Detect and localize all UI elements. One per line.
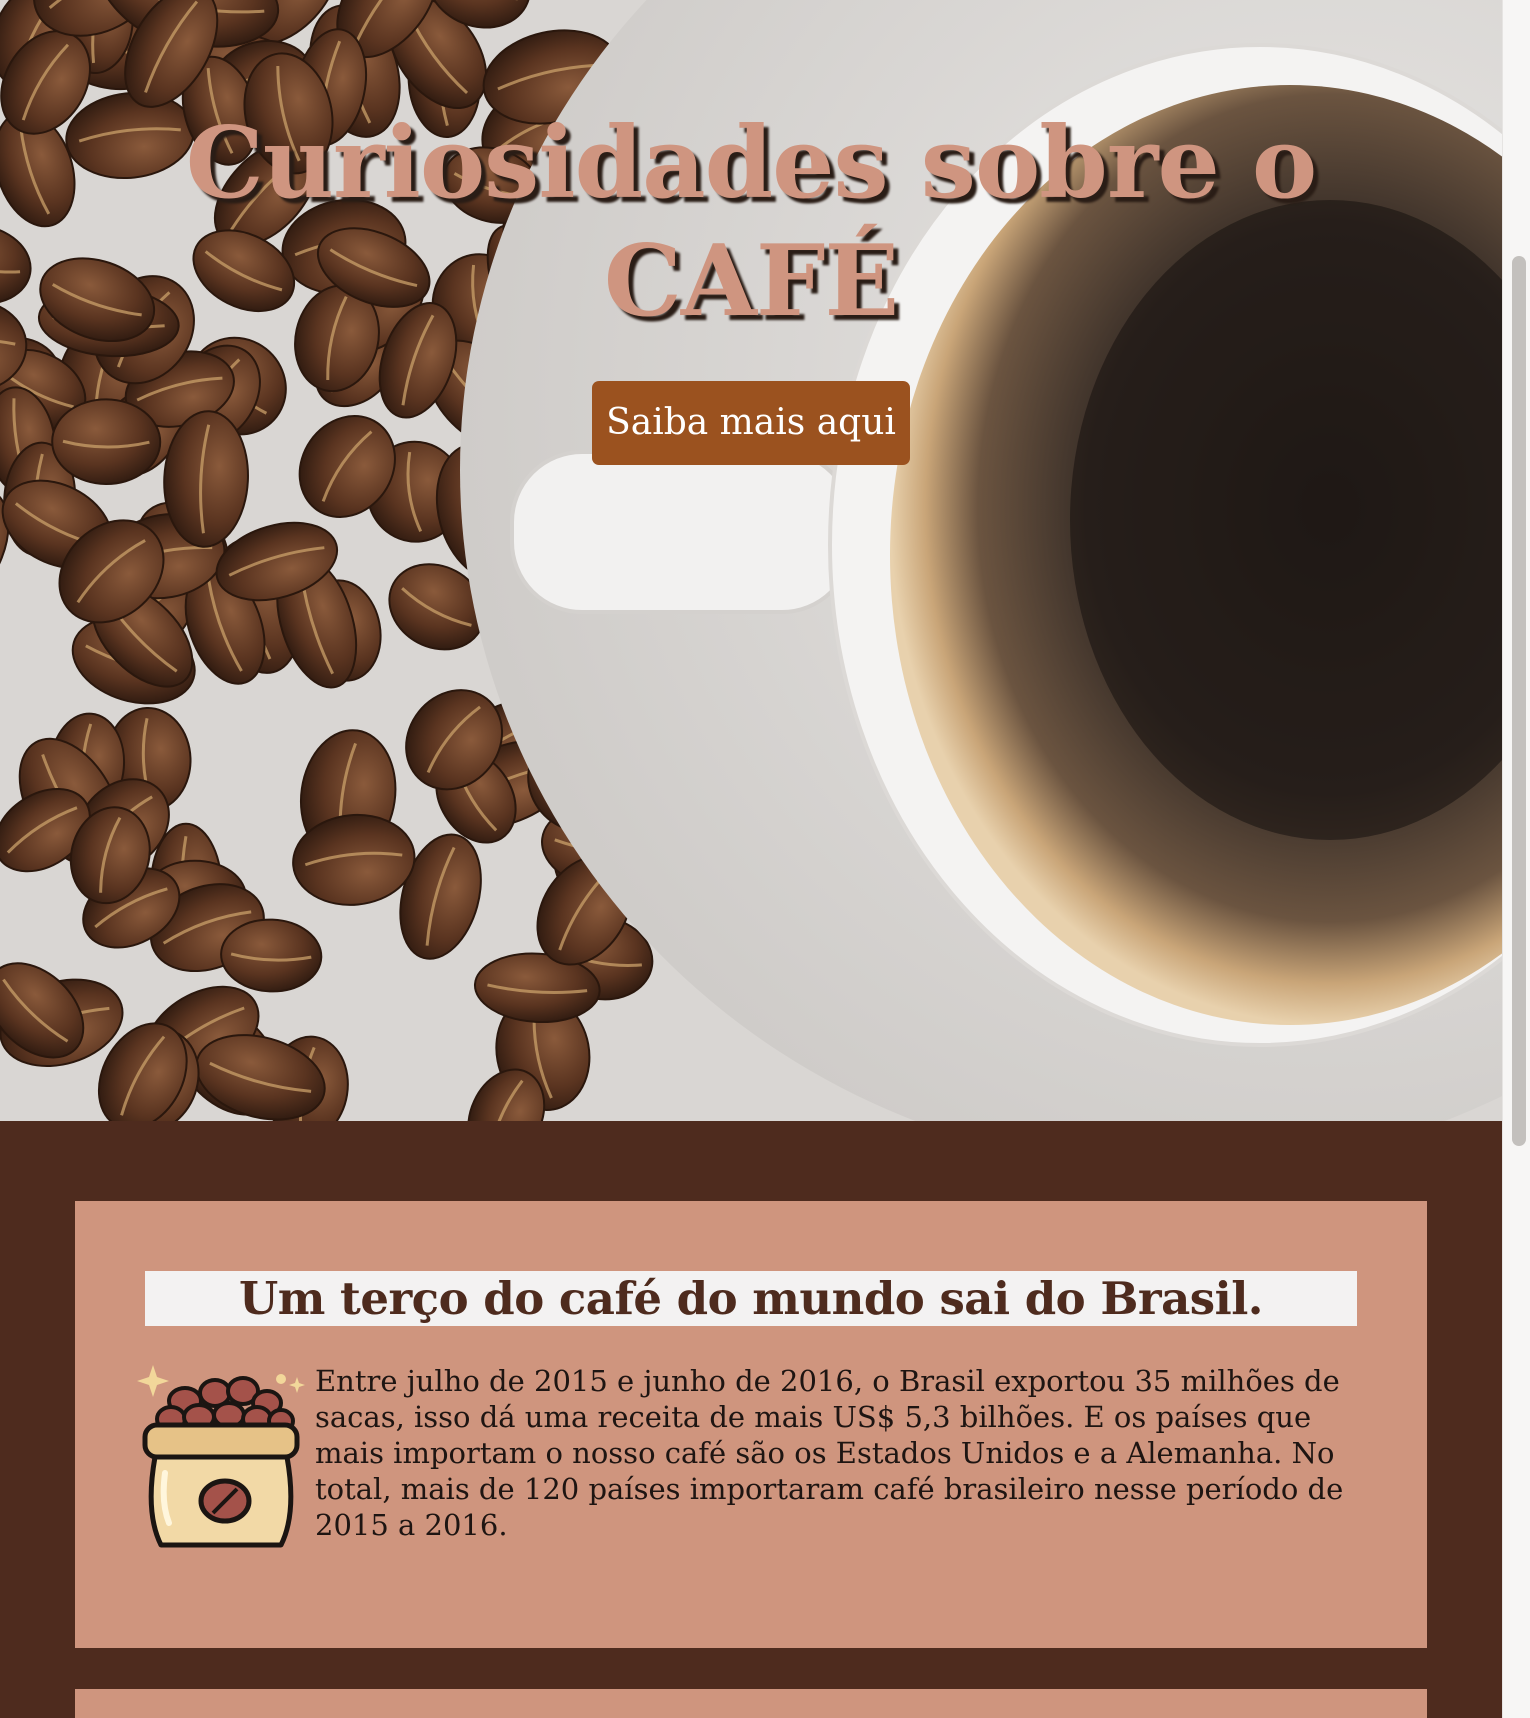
fact-text: Entre julho de 2015 e junho de 2016, o B… <box>315 1364 1344 1542</box>
fact-card: Um terço do café do mundo sai do Brasil. <box>75 1201 1427 1648</box>
page: Curiosidades sobre o CAFÉ Saiba mais aqu… <box>0 0 1530 1718</box>
vertical-scrollbar[interactable] <box>1502 0 1530 1718</box>
hero-section: Curiosidades sobre o CAFÉ Saiba mais aqu… <box>0 0 1502 1121</box>
facts-section: Um terço do café do mundo sai do Brasil. <box>0 1121 1502 1718</box>
coffee-sack-icon <box>137 1365 305 1548</box>
hero-title: Curiosidades sobre o CAFÉ <box>0 105 1502 341</box>
hero-title-line1: Curiosidades sobre o <box>185 106 1318 221</box>
hero-title-line2: CAFÉ <box>603 224 899 339</box>
fact-card-next <box>75 1689 1427 1718</box>
saiba-mais-button[interactable]: Saiba mais aqui <box>592 381 910 465</box>
scrollbar-thumb[interactable] <box>1512 256 1526 1146</box>
fact-heading: Um terço do café do mundo sai do Brasil. <box>145 1271 1357 1326</box>
